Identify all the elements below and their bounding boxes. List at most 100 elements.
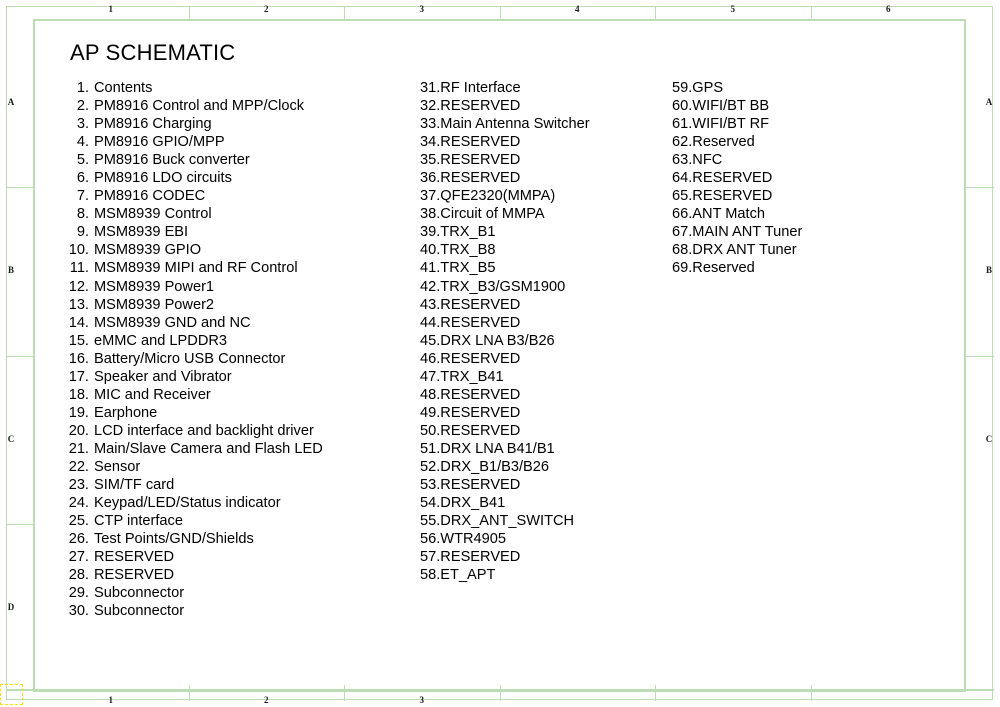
contents-item-label: TRX_B8 bbox=[440, 242, 496, 259]
contents-item: 35. RESERVED bbox=[420, 151, 660, 169]
contents-item-label: Contents bbox=[94, 80, 153, 96]
contents-item-label: eMMC and LPDDR3 bbox=[94, 332, 228, 349]
contents-item-number: 38. bbox=[420, 206, 441, 223]
contents-item: 33. Main Antenna Switcher bbox=[420, 115, 660, 133]
contents-item-number: 56. bbox=[420, 531, 441, 548]
contents-item-number: 6. bbox=[76, 170, 89, 187]
contents-item: 24. Keypad/LED/Status indicator bbox=[62, 494, 392, 512]
contents-item-number: 62. bbox=[672, 134, 693, 151]
contents-item-label: ET_APT bbox=[440, 567, 496, 584]
contents-item: 48. RESERVED bbox=[420, 386, 660, 404]
contents-item: 55. DRX_ANT_SWITCH bbox=[420, 512, 660, 530]
contents-item-number: 23. bbox=[68, 477, 89, 494]
zone-tick-top bbox=[188, 6, 190, 19]
contents-item: 30. Subconnector bbox=[62, 602, 392, 620]
contents-item-number: 57. bbox=[420, 549, 441, 566]
contents-item: 40. TRX_B8 bbox=[420, 241, 660, 259]
contents-item-number: 10. bbox=[68, 242, 89, 259]
contents-item: 63. NFC bbox=[672, 151, 902, 169]
contents-item-number: 63. bbox=[672, 152, 693, 169]
contents-item-label: Circuit of MMPA bbox=[440, 206, 545, 223]
contents-item: 44. RESERVED bbox=[420, 314, 660, 332]
contents-item-number: 30. bbox=[68, 603, 89, 620]
contents-item-number: 1. bbox=[76, 80, 89, 96]
contents-item-label: RESERVED bbox=[440, 314, 521, 331]
contents-item-label: MSM8939 Power1 bbox=[94, 278, 215, 295]
zone-column-label-top: 2 bbox=[264, 4, 269, 14]
contents-item: 39. TRX_B1 bbox=[420, 223, 660, 241]
contents-item: 68. DRX ANT Tuner bbox=[672, 241, 902, 259]
contents-item-label: TRX_B5 bbox=[440, 260, 496, 277]
contents-item: 64. RESERVED bbox=[672, 169, 902, 187]
selection-marker[interactable] bbox=[0, 684, 23, 705]
contents-column-1: 1. Contents 2. PM8916 Control and MPP/Clock… bbox=[62, 79, 392, 620]
contents-column-2: 31. RF Interface 32. RESERVED 33. Main Antenn… bbox=[420, 79, 660, 584]
contents-item-label: MSM8939 EBI bbox=[94, 224, 189, 241]
contents-item-label: Reserved bbox=[692, 134, 755, 151]
contents-item-number: 4. bbox=[76, 134, 89, 151]
contents-item-number: 40. bbox=[420, 242, 441, 259]
contents-item-label: RESERVED bbox=[440, 152, 521, 169]
contents-item: 22. Sensor bbox=[62, 458, 392, 476]
schematic-sheet: 1 2 3 4 5 6 1 2 3 A B C D A B C AP SCHEMATIC 1. Contents… bbox=[0, 0, 1000, 707]
contents-item-number: 7. bbox=[76, 188, 89, 205]
contents-item-number: 49. bbox=[420, 404, 441, 421]
contents-item-label: NFC bbox=[692, 152, 723, 169]
zone-tick-bottom bbox=[655, 685, 656, 701]
zone-row-label-right: C bbox=[985, 433, 993, 444]
contents-item: 47. TRX_B41 bbox=[420, 368, 660, 386]
contents-item-number: 31. bbox=[420, 80, 441, 96]
zone-tick-right bbox=[966, 187, 994, 189]
contents-item-number: 12. bbox=[68, 278, 89, 295]
contents-item-number: 19. bbox=[68, 404, 89, 421]
contents-item-label: DRX ANT Tuner bbox=[692, 242, 797, 259]
zone-row-label-right: B bbox=[985, 265, 992, 276]
contents-item-label: RF Interface bbox=[440, 80, 521, 96]
contents-item: 42. TRX_B3/GSM1900 bbox=[420, 278, 660, 296]
contents-item-number: 25. bbox=[68, 513, 89, 530]
contents-item: 18. MIC and Receiver bbox=[62, 386, 392, 404]
contents-item: 21. Main/Slave Camera and Flash LED bbox=[62, 440, 392, 458]
zone-column-label-top: 1 bbox=[108, 4, 114, 14]
zone-column-label-top: 4 bbox=[575, 4, 580, 14]
contents-item-label: DRX_B41 bbox=[440, 495, 506, 512]
contents-item: 16. Battery/Micro USB Connector bbox=[62, 350, 392, 368]
contents-item-number: 47. bbox=[420, 368, 441, 385]
contents-item-number: 55. bbox=[420, 513, 441, 530]
contents-item: 45. DRX LNA B3/B26 bbox=[420, 332, 660, 350]
contents-item: 31. RF Interface bbox=[420, 79, 660, 97]
contents-item-number: 17. bbox=[68, 368, 89, 385]
contents-item: 66. ANT Match bbox=[672, 205, 902, 223]
contents-item-label: RESERVED bbox=[440, 386, 521, 403]
contents-item-label: TRX_B1 bbox=[440, 224, 496, 241]
contents-item-number: 22. bbox=[68, 458, 89, 475]
zone-tick-top bbox=[499, 6, 501, 19]
contents-column-3: 59. GPS 60. WIFI/BT BB 61. WIFI/BT RF 62. Reser… bbox=[672, 79, 902, 278]
contents-item: 61. WIFI/BT RF bbox=[672, 115, 902, 133]
contents-item-label: RESERVED bbox=[440, 422, 521, 439]
zone-column-label-top: 5 bbox=[730, 4, 736, 14]
contents-item: 4. PM8916 GPIO/MPP bbox=[62, 133, 392, 151]
zone-tick-left bbox=[6, 523, 34, 525]
contents-item: 43. RESERVED bbox=[420, 296, 660, 314]
contents-item-number: 50. bbox=[420, 422, 441, 439]
zone-tick-top bbox=[810, 6, 812, 19]
contents-item-label: Subconnector bbox=[94, 603, 185, 620]
contents-item-label: WTR4905 bbox=[440, 531, 506, 548]
contents-item: 12. MSM8939 Power1 bbox=[62, 278, 392, 296]
contents-item: 32. RESERVED bbox=[420, 97, 660, 115]
contents-item-number: 68. bbox=[672, 242, 693, 259]
contents-item-label: Earphone bbox=[94, 404, 158, 421]
contents-item: 38. Circuit of MMPA bbox=[420, 205, 660, 223]
contents-item-label: RESERVED bbox=[440, 549, 521, 566]
contents-item-number: 37. bbox=[420, 188, 441, 205]
contents-item-label: Test Points/GND/Shields bbox=[94, 531, 254, 548]
contents-item: 10. MSM8939 GPIO bbox=[62, 241, 392, 259]
contents-item-label: RESERVED bbox=[440, 404, 521, 421]
contents-item-label: Speaker and Vibrator bbox=[94, 368, 232, 385]
contents-item-number: 61. bbox=[672, 116, 693, 133]
contents-item-label: TRX_B3/GSM1900 bbox=[440, 278, 566, 295]
contents-item: 69. Reserved bbox=[672, 259, 902, 277]
contents-item-label: DRX LNA B3/B26 bbox=[440, 332, 555, 349]
contents-item-number: 3. bbox=[76, 116, 89, 133]
